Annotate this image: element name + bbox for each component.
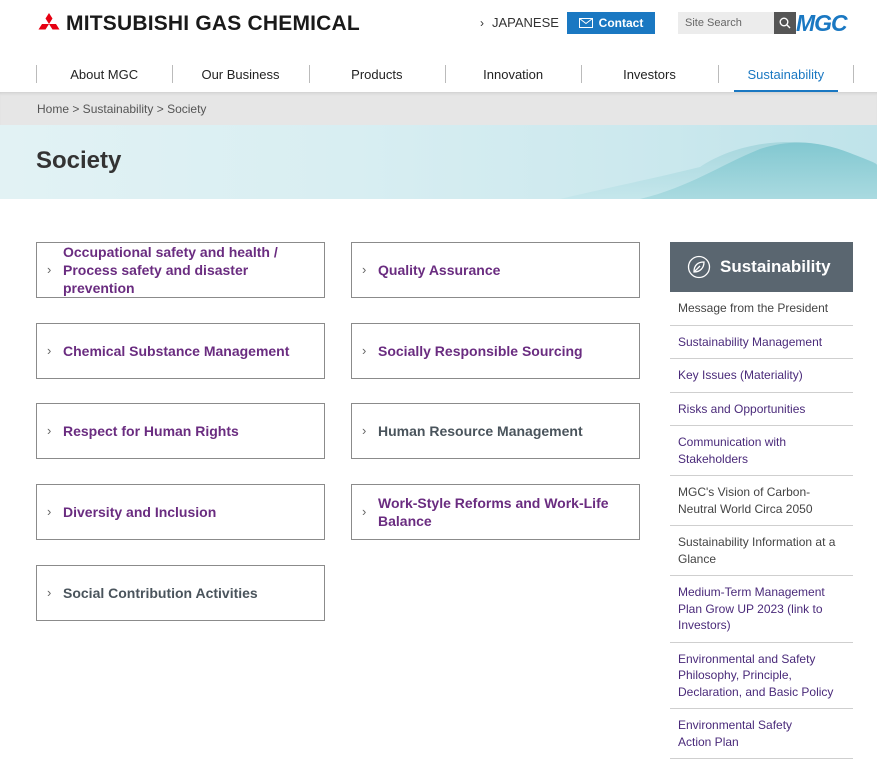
page-hero: Society [0, 125, 877, 199]
contact-button[interactable]: Contact [567, 12, 655, 34]
language-switch[interactable]: › JAPANESE [480, 15, 559, 30]
card-human-resource[interactable]: › Human Resource Management [351, 403, 640, 459]
card-chemical-substance[interactable]: › Chemical Substance Management [36, 323, 325, 379]
mgc-brand-mark[interactable]: MGC [796, 10, 848, 37]
nav-label: Our Business [201, 66, 280, 82]
sidebar-header[interactable]: Sustainability [670, 242, 853, 292]
three-diamonds-logo-icon [38, 13, 60, 30]
nav-label: Sustainability [747, 66, 825, 82]
sidebar-item-environmental-safety-action-plan[interactable]: Environmental Safety Action Plan [670, 709, 853, 759]
nav-investors[interactable]: Investors [581, 56, 717, 92]
sidebar-item-key-issues[interactable]: Key Issues (Materiality) [670, 359, 853, 393]
chevron-right-icon: › [47, 343, 52, 358]
nav-about-mgc[interactable]: About MGC [36, 56, 172, 92]
chevron-right-icon: › [362, 262, 367, 277]
nav-label: Investors [623, 66, 676, 82]
sidebar-menu: Message from the President Sustainabilit… [670, 292, 853, 759]
sidebar-item-message-president[interactable]: Message from the President [670, 292, 853, 326]
chevron-right-icon: › [480, 15, 484, 30]
company-logo[interactable]: MITSUBISHI GAS CHEMICAL [37, 12, 360, 36]
mail-icon [578, 18, 593, 28]
card-label: Quality Assurance [378, 262, 501, 278]
contact-label: Contact [598, 16, 644, 30]
chevron-right-icon: › [47, 423, 52, 438]
sidebar-item-environmental-safety-philosophy[interactable]: Environmental and Safety Philosophy, Pri… [670, 643, 853, 709]
nav-our-business[interactable]: Our Business [172, 56, 308, 92]
nav-sustainability[interactable]: Sustainability [717, 56, 855, 92]
sidebar-item-risks-opportunities[interactable]: Risks and Opportunities [670, 393, 853, 426]
logo-text: MITSUBISHI GAS CHEMICAL [66, 12, 360, 35]
card-label: Socially Responsible Sourcing [378, 343, 583, 359]
page-title: Society [36, 147, 122, 174]
chevron-right-icon: › [362, 343, 367, 358]
leaf-icon [687, 255, 711, 279]
card-occupational-safety[interactable]: › Occupational safety and health / Proce… [36, 242, 325, 298]
chevron-right-icon: › [362, 504, 367, 519]
sidebar-item-info-at-glance[interactable]: Sustainability Information at a Glance [670, 526, 853, 576]
nav-label: Innovation [483, 66, 544, 82]
card-label: Respect for Human Rights [63, 423, 239, 439]
card-label: Work-Style Reforms and Work-Life Balance [378, 495, 609, 529]
card-work-style-reforms[interactable]: › Work-Style Reforms and Work-Life Balan… [351, 484, 640, 540]
chevron-right-icon: › [47, 262, 52, 277]
language-label: JAPANESE [492, 15, 559, 30]
nav-label: Products [351, 66, 403, 82]
card-label: Chemical Substance Management [63, 343, 290, 359]
card-social-contribution[interactable]: › Social Contribution Activities [36, 565, 325, 621]
card-label: Diversity and Inclusion [63, 504, 217, 520]
card-human-rights[interactable]: › Respect for Human Rights [36, 403, 325, 459]
search-button[interactable] [774, 12, 796, 34]
card-label: Social Contribution Activities [63, 585, 258, 601]
mountain-hero-image [560, 142, 877, 199]
card-quality-assurance[interactable]: › Quality Assurance [351, 242, 640, 298]
sidebar-item-sustainability-management[interactable]: Sustainability Management [670, 326, 853, 359]
site-search-input[interactable] [678, 12, 774, 34]
nav-label: About MGC [70, 66, 139, 82]
chevron-right-icon: › [47, 585, 52, 600]
card-label: Occupational safety and health / Process… [63, 244, 278, 296]
sidebar-item-carbon-neutral-vision[interactable]: MGC's Vision of Carbon-Neutral World Cir… [670, 476, 853, 526]
sidebar-title: Sustainability [720, 257, 831, 276]
card-label: Human Resource Management [378, 423, 583, 439]
chevron-right-icon: › [47, 504, 52, 519]
nav-products[interactable]: Products [308, 56, 445, 92]
card-diversity-inclusion[interactable]: › Diversity and Inclusion [36, 484, 325, 540]
breadcrumb[interactable]: Home > Sustainability > Society [37, 102, 206, 116]
sidebar-item-medium-term-plan[interactable]: Medium-Term Management Plan Grow UP 2023… [670, 576, 853, 643]
main-nav: About MGC Our Business Products Innovati… [36, 56, 855, 92]
sidebar-item-communication-stakeholders[interactable]: Communication with Stakeholders [670, 426, 853, 476]
nav-innovation[interactable]: Innovation [444, 56, 581, 92]
search-icon [779, 17, 791, 29]
site-header: MITSUBISHI GAS CHEMICAL › JAPANESE Conta… [0, 0, 877, 92]
card-responsible-sourcing[interactable]: › Socially Responsible Sourcing [351, 323, 640, 379]
breadcrumb-bar: Home > Sustainability > Society [0, 92, 877, 125]
chevron-right-icon: › [362, 423, 367, 438]
